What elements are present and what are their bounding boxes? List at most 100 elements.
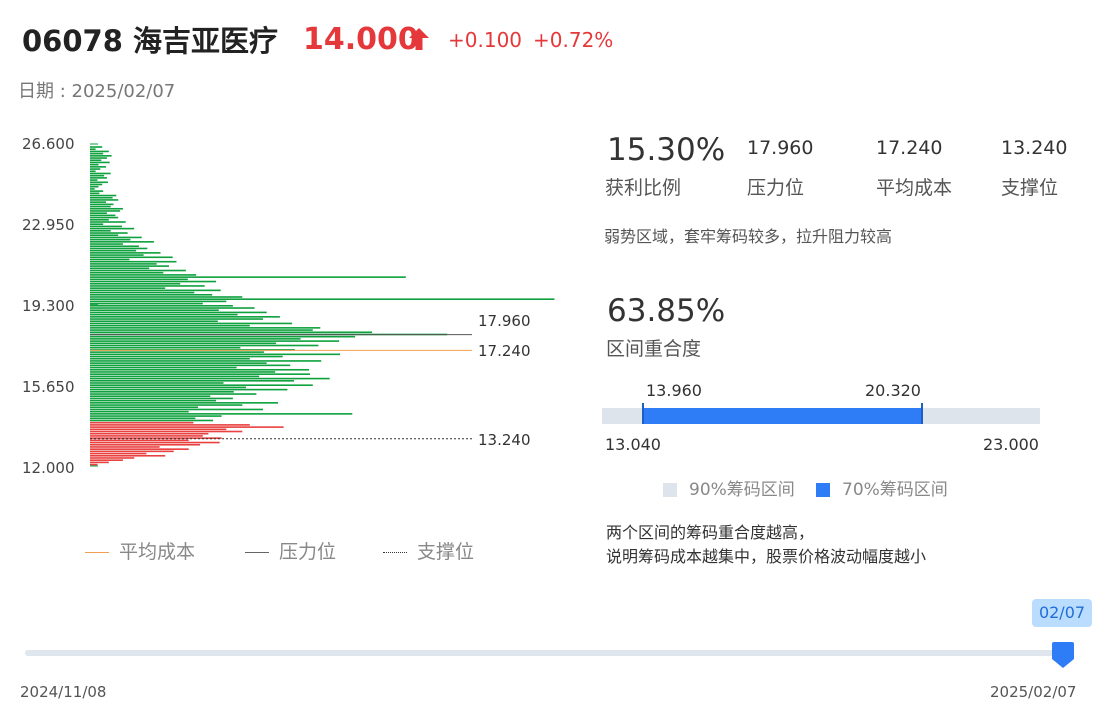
- support-level-label: 13.240: [478, 431, 531, 449]
- chip-bar: [90, 289, 221, 292]
- chip-bar: [90, 435, 203, 437]
- chip-bar: [90, 256, 173, 259]
- chip-bar: [90, 355, 283, 358]
- chip-bar: [90, 459, 123, 461]
- chip-bar: [90, 172, 111, 175]
- chip-bar: [90, 452, 147, 455]
- chip-bar: [90, 402, 278, 404]
- range70-low-marker: [641, 403, 644, 424]
- chip-bar: [90, 201, 106, 203]
- chip-bar: [90, 159, 102, 162]
- avg-cost-value: 17.240: [876, 137, 943, 159]
- chip-bar: [90, 247, 148, 250]
- chip-bar: [90, 168, 101, 170]
- chip-bar: [90, 291, 195, 294]
- chip-bar: [90, 183, 103, 186]
- legend-pressure: 压力位: [245, 537, 336, 564]
- chip-bar: [90, 223, 104, 226]
- chip-bar: [90, 457, 135, 459]
- chip-bar: [90, 362, 267, 364]
- chip-bar: [90, 196, 113, 199]
- chip-bar: [90, 203, 114, 206]
- chip-bar: [90, 338, 301, 340]
- chip-bar: [90, 298, 555, 300]
- chip-bar: [90, 384, 313, 387]
- range70-bar: [642, 408, 923, 424]
- chip-bar: [90, 364, 291, 367]
- chip-bar: [90, 210, 121, 212]
- chip-bar: [90, 309, 219, 312]
- zone-description: 弱势区域，套牢筹码较多，拉升阻力较高: [604, 227, 893, 246]
- chip-bar: [90, 218, 109, 221]
- range70-legend: 70%筹码区间: [816, 475, 948, 500]
- chip-bar: [90, 388, 288, 391]
- chip-bar: [90, 410, 189, 413]
- slider-handle[interactable]: [1051, 641, 1075, 673]
- chip-bar: [90, 419, 214, 422]
- pressure-level-label: 17.960: [478, 312, 531, 330]
- chip-bar: [90, 199, 119, 201]
- chip-bar: [90, 342, 277, 345]
- overlap-label: 区间重合度: [606, 338, 702, 360]
- chip-bar: [90, 351, 264, 353]
- chip-bar: [90, 236, 142, 239]
- chip-bar: [90, 216, 119, 219]
- chip-bar: [90, 252, 161, 254]
- slider-start-date: 2024/11/08: [20, 683, 107, 701]
- chip-bar: [90, 360, 322, 362]
- chip-bar: [90, 263, 157, 265]
- range70-swatch: [816, 483, 830, 497]
- chip-bar: [90, 232, 128, 234]
- chip-bar: [90, 313, 238, 316]
- chip-bar: [90, 296, 243, 298]
- chip-bar: [90, 446, 160, 448]
- legend-label: 支撑位: [417, 541, 475, 563]
- profit-ratio-label: 获利比例: [605, 177, 682, 199]
- overlap-note-line1: 两个区间的筹码重合度越高，: [606, 523, 815, 542]
- chip-bar: [90, 463, 98, 466]
- date-slider-track[interactable]: [25, 650, 1070, 656]
- slider-end-date: 2025/02/07: [990, 683, 1077, 701]
- chip-bar: [90, 241, 154, 243]
- legend-avg-cost: 平均成本: [85, 537, 195, 564]
- range90-high-label: 23.000: [983, 435, 1039, 454]
- pressure-label: 压力位: [747, 177, 805, 199]
- chip-bar: [90, 397, 233, 400]
- legend-label: 平均成本: [119, 541, 196, 563]
- chip-bar: [90, 188, 95, 190]
- chip-bar: [90, 391, 234, 393]
- chip-bar: [90, 212, 107, 214]
- chip-bar: [90, 271, 164, 274]
- chip-bar: [90, 238, 131, 241]
- chip-bar: [90, 267, 150, 270]
- pressure-line-icon: [245, 552, 269, 553]
- chip-bar: [90, 274, 197, 276]
- chip-bar: [90, 260, 177, 263]
- chip-bar: [90, 335, 356, 338]
- chip-bar: [90, 417, 196, 420]
- chip-bar: [90, 254, 144, 256]
- chip-bar: [90, 382, 224, 384]
- chip-bar: [90, 316, 280, 318]
- chip-bar: [90, 324, 250, 327]
- legend-label: 90%筹码区间: [689, 480, 795, 500]
- chip-bar: [90, 454, 166, 457]
- chip-bar: [90, 205, 111, 208]
- chip-bar: [90, 170, 96, 173]
- chip-bar: [90, 181, 108, 184]
- avg-cost-level-label: 17.240: [478, 342, 531, 360]
- chip-bar: [90, 280, 216, 283]
- chip-bar: [90, 179, 98, 181]
- chip-bar: [90, 327, 321, 329]
- chip-bar: [90, 227, 135, 230]
- chip-bar: [90, 207, 123, 210]
- chip-bar: [90, 450, 174, 453]
- chip-bar: [90, 214, 116, 217]
- chip-bar: [90, 329, 313, 331]
- chip-bar: [90, 166, 106, 168]
- chip-bar: [90, 344, 319, 347]
- chip-bar: [90, 393, 257, 395]
- chip-bar: [90, 258, 130, 261]
- range70-high-label: 20.320: [865, 381, 921, 400]
- chip-bar: [90, 194, 117, 197]
